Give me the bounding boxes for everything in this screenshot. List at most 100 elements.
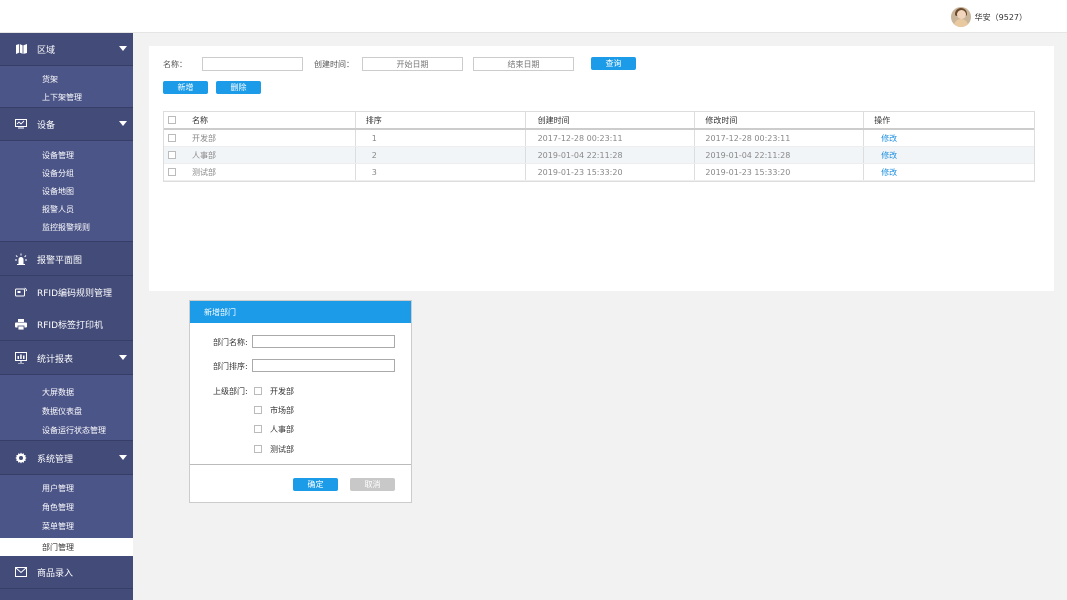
top-header: 华安（9527） [0,0,1067,33]
sidebar-group-alarm-plan[interactable]: 报警平面图 [0,243,133,276]
cell-modified: 2019-01-04 22:11:28 [695,147,865,163]
sidebar-group-rfid-printer[interactable]: RFID标签打印机 [0,308,133,341]
parent-option-label: 市场部 [270,405,294,415]
sidebar-item-dashboard[interactable]: 数据仪表盘 [0,402,133,420]
chevron-down-icon [119,46,127,51]
monitor-icon [15,118,27,130]
sidebar-group-label: 区域 [37,45,56,56]
cancel-button[interactable]: 取消 [350,478,395,491]
cell-sort: 2 [356,147,526,163]
sidebar-group-label: 报警平面图 [37,255,83,266]
table-row[interactable]: 测试部 3 2019-01-23 15:33:20 2019-01-23 15:… [164,164,1034,181]
select-all-cell [164,112,180,128]
edit-link[interactable]: 修改 [881,150,897,161]
cell-actions: 修改 [864,164,1034,180]
sidebar-group-product-entry[interactable]: 商品录入 [0,556,133,589]
sidebar-group-label: 系统管理 [37,454,74,465]
sidebar-item-shelf[interactable]: 货架 [0,70,133,88]
sidebar-group-report[interactable]: 统计报表 [0,342,133,375]
parent-option-market[interactable]: 市场部 [254,405,294,415]
cell-sort: 3 [356,164,526,180]
cell-modified: 2019-01-23 15:33:20 [695,164,865,180]
department-sort-input[interactable] [252,359,395,372]
column-header-modified[interactable]: 修改时间 [695,112,865,128]
sidebar-item-alarm-rules[interactable]: 监控报警规则 [0,218,133,236]
sidebar-group-label: 统计报表 [37,354,74,365]
sidebar-group-device[interactable]: 设备 [0,108,133,141]
select-all-checkbox[interactable] [167,116,176,124]
sidebar-item-device-group[interactable]: 设备分组 [0,164,133,182]
mail-icon [15,566,27,578]
submenu-area: 货架 上下架管理 [0,66,133,108]
row-checkbox[interactable] [167,134,176,142]
column-header-sort[interactable]: 排序 [356,112,526,128]
row-checkbox[interactable] [167,151,176,159]
sidebar-item-device-status[interactable]: 设备运行状态管理 [0,421,133,439]
sidebar-item-shelving[interactable]: 上下架管理 [0,88,133,106]
parent-checkbox[interactable] [254,425,262,433]
avatar[interactable] [950,7,971,27]
report-icon [15,352,27,364]
chevron-down-icon [119,121,127,126]
sidebar-item-device-map[interactable]: 设备地图 [0,182,133,200]
submenu-system: 用户管理 角色管理 菜单管理 部门管理 [0,475,133,557]
user-menu[interactable]: 华安（9527） [950,7,1027,27]
sidebar-group-system[interactable]: 系统管理 [0,442,133,475]
table-header: 名称 排序 创建时间 修改时间 操作 [164,112,1034,130]
department-list-panel: 名称： 创建时间： 查询 新增 删除 名称 排序 创建时间 修改时间 操作 开发… [149,46,1054,291]
map-icon [15,43,27,55]
sidebar-item-users[interactable]: 用户管理 [0,479,133,497]
parent-option-dev[interactable]: 开发部 [254,386,294,396]
edit-link[interactable]: 修改 [881,133,897,144]
row-checkbox-cell [164,147,180,163]
gear-icon [15,452,27,464]
sidebar-group-label: RFID标签打印机 [37,320,104,331]
end-date-input[interactable] [473,57,574,71]
parent-checkbox[interactable] [254,387,262,395]
parent-checkbox[interactable] [254,406,262,414]
sidebar-item-alarm-staff[interactable]: 报警人员 [0,200,133,218]
table-row[interactable]: 开发部 1 2017-12-28 00:23:11 2017-12-28 00:… [164,130,1034,147]
sidebar-item-roles[interactable]: 角色管理 [0,498,133,516]
table-row[interactable]: 人事部 2 2019-01-04 22:11:28 2019-01-04 22:… [164,147,1034,164]
sidebar-item-device-manage[interactable]: 设备管理 [0,146,133,164]
cell-name: 测试部 [180,164,356,180]
parent-department-label: 上级部门: [213,387,248,396]
department-name-label: 部门名称: [213,338,248,347]
chevron-down-icon [119,355,127,360]
rfid-icon [15,286,27,298]
department-name-input[interactable] [252,335,395,348]
parent-option-label: 开发部 [270,386,294,396]
name-filter-input[interactable] [202,57,303,71]
time-filter-label: 创建时间： [314,60,354,69]
sidebar-group-label: 设备 [37,120,56,131]
submenu-report: 大屏数据 数据仪表盘 设备运行状态管理 [0,375,133,441]
sidebar-item-big-screen[interactable]: 大屏数据 [0,383,133,401]
parent-checkbox[interactable] [254,445,262,453]
sidebar-item-departments[interactable]: 部门管理 [0,538,133,556]
confirm-button[interactable]: 确定 [293,478,338,491]
cell-sort: 1 [356,130,526,146]
edit-link[interactable]: 修改 [881,167,897,178]
sidebar-item-menus[interactable]: 菜单管理 [0,517,133,535]
sidebar-group-rfid-rules[interactable]: RFID编码规则管理 [0,276,133,309]
submenu-device: 设备管理 设备分组 设备地图 报警人员 监控报警规则 [0,141,133,242]
cell-created: 2019-01-23 15:33:20 [526,164,696,180]
query-button[interactable]: 查询 [591,57,636,70]
add-department-dialog: 新增部门 部门名称: 部门排序: 上级部门: 开发部 市场部 人事部 测试部 确… [189,300,412,503]
parent-option-test[interactable]: 测试部 [254,444,294,454]
delete-button[interactable]: 删除 [216,81,261,94]
start-date-input[interactable] [362,57,463,71]
add-button[interactable]: 新增 [163,81,208,94]
department-sort-label: 部门排序: [213,362,248,371]
parent-option-hr[interactable]: 人事部 [254,424,294,434]
column-header-actions: 操作 [874,115,891,125]
sidebar-group-label: 商品录入 [37,568,74,579]
cell-name: 人事部 [180,147,356,163]
row-checkbox[interactable] [167,168,176,176]
sidebar-group-area[interactable]: 区域 [0,33,133,66]
cell-created: 2017-12-28 00:23:11 [526,130,696,146]
column-header-created[interactable]: 创建时间 [526,112,696,128]
cell-actions: 修改 [864,130,1034,146]
column-header-name[interactable]: 名称 [180,112,356,128]
